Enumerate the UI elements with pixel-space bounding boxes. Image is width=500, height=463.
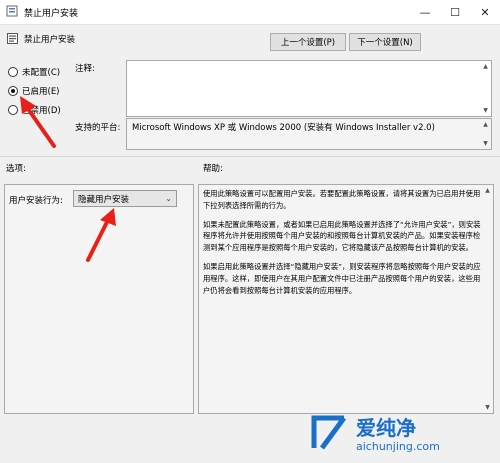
maximize-button[interactable]: ☐ xyxy=(440,0,470,24)
select-value: 隐藏用户安装 xyxy=(78,194,130,205)
previous-setting-button[interactable]: 上一个设置(P) xyxy=(270,33,346,51)
next-setting-button[interactable]: 下一个设置(N) xyxy=(349,33,421,51)
watermark-text: 爱纯净 xyxy=(356,416,416,440)
close-button[interactable]: ✕ xyxy=(470,0,500,24)
policy-setting-icon xyxy=(7,33,18,44)
minimize-button[interactable]: — xyxy=(410,0,440,24)
help-text: 使用此策略设置可以配置用户安装。若要配置此策略设置，请将其设置为已启用并使用下拉… xyxy=(203,188,481,303)
window-title: 禁止用户安装 xyxy=(24,9,79,19)
help-header: 帮助: xyxy=(203,164,223,174)
radio-label-not-configured: 未配置(C) xyxy=(22,68,61,78)
policy-app-icon xyxy=(6,5,18,17)
user-install-behavior-select[interactable]: 隐藏用户安装 ⌄ xyxy=(73,190,177,207)
scroll-down-arrow-icon[interactable]: ▼ xyxy=(481,139,490,148)
help-paragraph: 如果未配置此策略设置，或者如果已启用此策略设置并选择了“允许用户安装”，则安装程… xyxy=(203,219,481,253)
radio-circle[interactable] xyxy=(8,105,18,115)
watermark-logo-icon xyxy=(311,415,347,450)
radio-circle[interactable] xyxy=(8,67,18,77)
supported-on-value: Microsoft Windows XP 或 Windows 2000 (安装有… xyxy=(126,118,492,150)
scroll-up-arrow-icon[interactable]: ▲ xyxy=(481,62,490,71)
title-bar: 禁止用户安装 — ☐ ✕ xyxy=(0,0,500,25)
divider xyxy=(0,156,500,157)
annotation-arrow-icon xyxy=(86,208,116,262)
scroll-up-arrow-icon[interactable]: ▲ xyxy=(481,120,490,129)
watermark-url: aichunjing.com xyxy=(356,440,440,453)
chevron-down-icon: ⌄ xyxy=(165,194,172,203)
help-paragraph: 使用此策略设置可以配置用户安装。若要配置此策略设置，请将其设置为已启用并使用下拉… xyxy=(203,189,481,210)
scroll-down-arrow-icon[interactable]: ▼ xyxy=(483,403,492,412)
policy-name: 禁止用户安装 xyxy=(24,35,76,45)
supported-on-label: 支持的平台: xyxy=(75,123,121,133)
comment-label: 注释: xyxy=(75,64,95,74)
comment-textarea[interactable]: ▲ ▼ xyxy=(126,60,492,117)
user-install-behavior-label: 用户安装行为: xyxy=(9,196,63,206)
radio-circle-selected[interactable] xyxy=(8,86,18,96)
options-header: 选项: xyxy=(6,164,26,174)
scroll-down-arrow-icon[interactable]: ▼ xyxy=(481,106,490,115)
scroll-up-arrow-icon[interactable]: ▲ xyxy=(483,186,492,195)
annotation-arrow-icon xyxy=(20,96,56,148)
help-panel: 使用此策略设置可以配置用户安装。若要配置此策略设置，请将其设置为已启用并使用下拉… xyxy=(198,184,494,414)
help-paragraph: 如果启用此策略设置并选择“隐藏用户安装”，则安装程序将忽略按照每个用户安装的应用… xyxy=(203,261,481,295)
supported-platform-text: Microsoft Windows XP 或 Windows 2000 (安装有… xyxy=(132,123,435,133)
